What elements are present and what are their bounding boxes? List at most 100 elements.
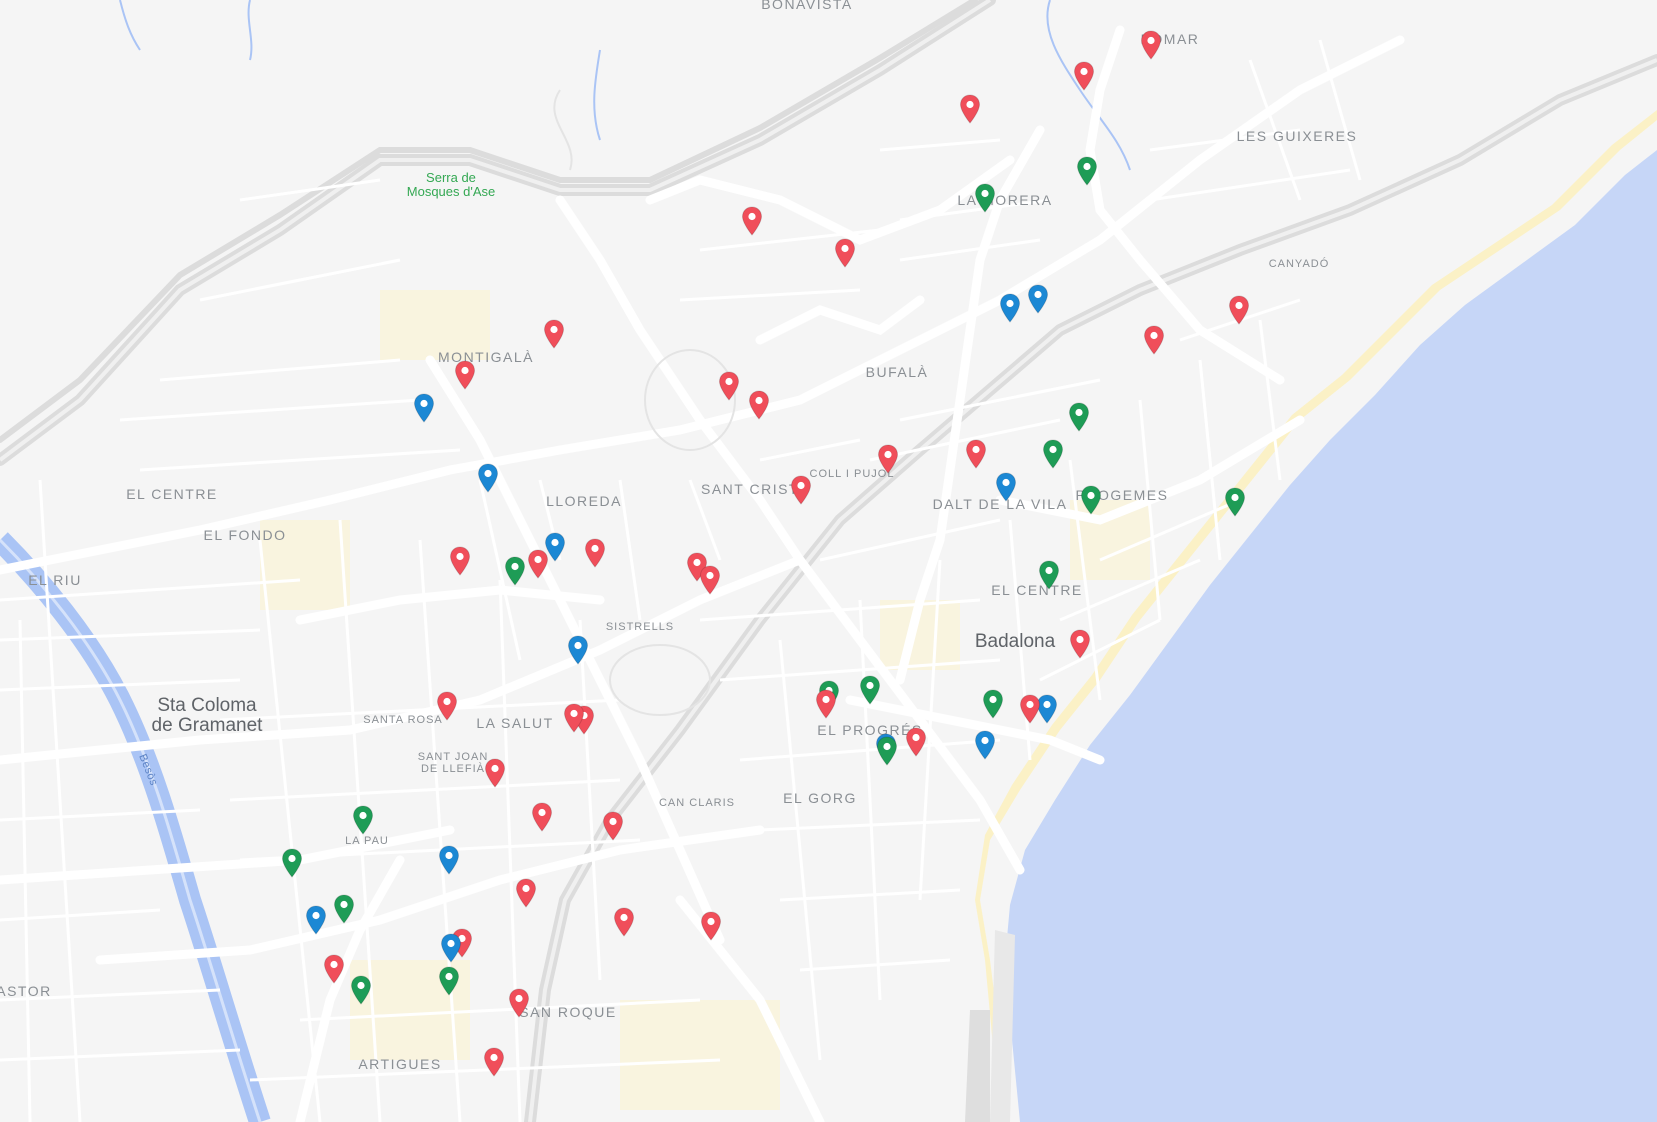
- map-pin-icon: [449, 546, 471, 576]
- map-marker-green[interactable]: [281, 848, 303, 878]
- map-pin-icon: [352, 805, 374, 835]
- map-marker-red[interactable]: [1228, 295, 1250, 325]
- map-pin-icon: [815, 689, 837, 719]
- map-marker-blue[interactable]: [438, 845, 460, 875]
- map-marker-red[interactable]: [449, 546, 471, 576]
- map-pin-icon: [1140, 30, 1162, 60]
- map-pin-icon: [483, 1047, 505, 1077]
- map-marker-green[interactable]: [974, 183, 996, 213]
- map-marker-green[interactable]: [352, 805, 374, 835]
- map-marker-blue[interactable]: [995, 472, 1017, 502]
- map-pin-icon: [413, 393, 435, 423]
- map-marker-red[interactable]: [959, 94, 981, 124]
- label-santa-rosa: SANTA ROSA: [363, 714, 443, 726]
- map-marker-green[interactable]: [333, 894, 355, 924]
- map-pin-icon: [584, 538, 606, 568]
- map-canvas[interactable]: BONAVISTA POMAR LES GUIXERES Serra de Mo…: [0, 0, 1657, 1122]
- map-marker-blue[interactable]: [305, 905, 327, 935]
- map-pin-icon: [1080, 485, 1102, 515]
- map-pin-icon: [333, 894, 355, 924]
- map-pin-icon: [859, 675, 881, 705]
- map-marker-red[interactable]: [741, 206, 763, 236]
- map-marker-green[interactable]: [438, 966, 460, 996]
- map-marker-green[interactable]: [350, 975, 372, 1005]
- map-pin-icon: [876, 736, 898, 766]
- map-marker-red[interactable]: [699, 565, 721, 595]
- map-marker-red[interactable]: [877, 444, 899, 474]
- label-el-centre-west: EL CENTRE: [126, 486, 218, 502]
- map-marker-red[interactable]: [965, 439, 987, 469]
- label-la-salut: LA SALUT: [476, 715, 554, 731]
- map-marker-red[interactable]: [483, 1047, 505, 1077]
- map-marker-red[interactable]: [834, 238, 856, 268]
- map-pin-icon: [281, 848, 303, 878]
- map-pin-icon: [438, 966, 460, 996]
- label-el-fondo: EL FONDO: [203, 527, 287, 543]
- map-marker-green[interactable]: [1080, 485, 1102, 515]
- map-marker-green[interactable]: [1042, 439, 1064, 469]
- map-pin-icon: [741, 206, 763, 236]
- map-marker-green[interactable]: [504, 556, 526, 586]
- map-marker-blue[interactable]: [974, 730, 996, 760]
- map-marker-red[interactable]: [613, 907, 635, 937]
- label-can-claris: CAN CLARIS: [658, 797, 736, 809]
- map-pin-icon: [602, 811, 624, 841]
- map-marker-red[interactable]: [790, 475, 812, 505]
- map-marker-red[interactable]: [543, 319, 565, 349]
- map-marker-green[interactable]: [982, 689, 1004, 719]
- map-pin-icon: [995, 472, 1017, 502]
- map-marker-red[interactable]: [1073, 61, 1095, 91]
- map-marker-red[interactable]: [1069, 629, 1091, 659]
- map-marker-red[interactable]: [515, 878, 537, 908]
- map-marker-blue[interactable]: [567, 635, 589, 665]
- map-pin-icon: [974, 730, 996, 760]
- label-el-riu: EL RIU: [28, 572, 82, 588]
- map-marker-red[interactable]: [563, 703, 585, 733]
- map-pin-icon: [515, 878, 537, 908]
- label-sta-coloma: Sta Coloma de Gramanet: [151, 695, 263, 736]
- map-pin-icon: [982, 689, 1004, 719]
- map-marker-red[interactable]: [602, 811, 624, 841]
- map-marker-blue[interactable]: [1027, 284, 1049, 314]
- map-pin-icon: [1143, 325, 1165, 355]
- map-marker-red[interactable]: [531, 802, 553, 832]
- label-san-roque: SAN ROQUE: [519, 1004, 617, 1020]
- map-marker-green[interactable]: [1076, 156, 1098, 186]
- map-marker-red[interactable]: [718, 371, 740, 401]
- map-marker-green[interactable]: [1068, 402, 1090, 432]
- label-badalona: Badalona: [974, 631, 1056, 652]
- map-marker-green[interactable]: [859, 675, 881, 705]
- map-pin-icon: [436, 691, 458, 721]
- map-marker-red[interactable]: [584, 538, 606, 568]
- map-marker-red[interactable]: [1143, 325, 1165, 355]
- map-marker-red[interactable]: [323, 954, 345, 984]
- map-marker-red[interactable]: [1019, 694, 1041, 724]
- map-marker-red[interactable]: [436, 691, 458, 721]
- label-bufala: BUFALÀ: [865, 364, 929, 380]
- map-pin-icon: [350, 975, 372, 1005]
- map-pin-icon: [999, 293, 1021, 323]
- map-marker-blue[interactable]: [440, 933, 462, 963]
- map-marker-red[interactable]: [700, 911, 722, 941]
- map-marker-red[interactable]: [1140, 30, 1162, 60]
- map-marker-blue[interactable]: [477, 463, 499, 493]
- map-pin-icon: [965, 439, 987, 469]
- map-marker-green[interactable]: [1224, 487, 1246, 517]
- map-pin-icon: [1228, 295, 1250, 325]
- map-marker-red[interactable]: [748, 390, 770, 420]
- map-pin-icon: [1073, 61, 1095, 91]
- label-montigala: MONTIGALÀ: [438, 349, 534, 365]
- map-marker-red[interactable]: [508, 988, 530, 1018]
- map-marker-green[interactable]: [1038, 560, 1060, 590]
- map-marker-green[interactable]: [876, 736, 898, 766]
- map-marker-blue[interactable]: [413, 393, 435, 423]
- label-sistrells: SISTRELLS: [605, 621, 675, 633]
- map-marker-blue[interactable]: [999, 293, 1021, 323]
- map-pin-icon: [1019, 694, 1041, 724]
- map-marker-red[interactable]: [454, 360, 476, 390]
- map-pin-icon: [305, 905, 327, 935]
- map-marker-red[interactable]: [905, 727, 927, 757]
- map-marker-red[interactable]: [484, 758, 506, 788]
- map-marker-red[interactable]: [527, 549, 549, 579]
- map-marker-red[interactable]: [815, 689, 837, 719]
